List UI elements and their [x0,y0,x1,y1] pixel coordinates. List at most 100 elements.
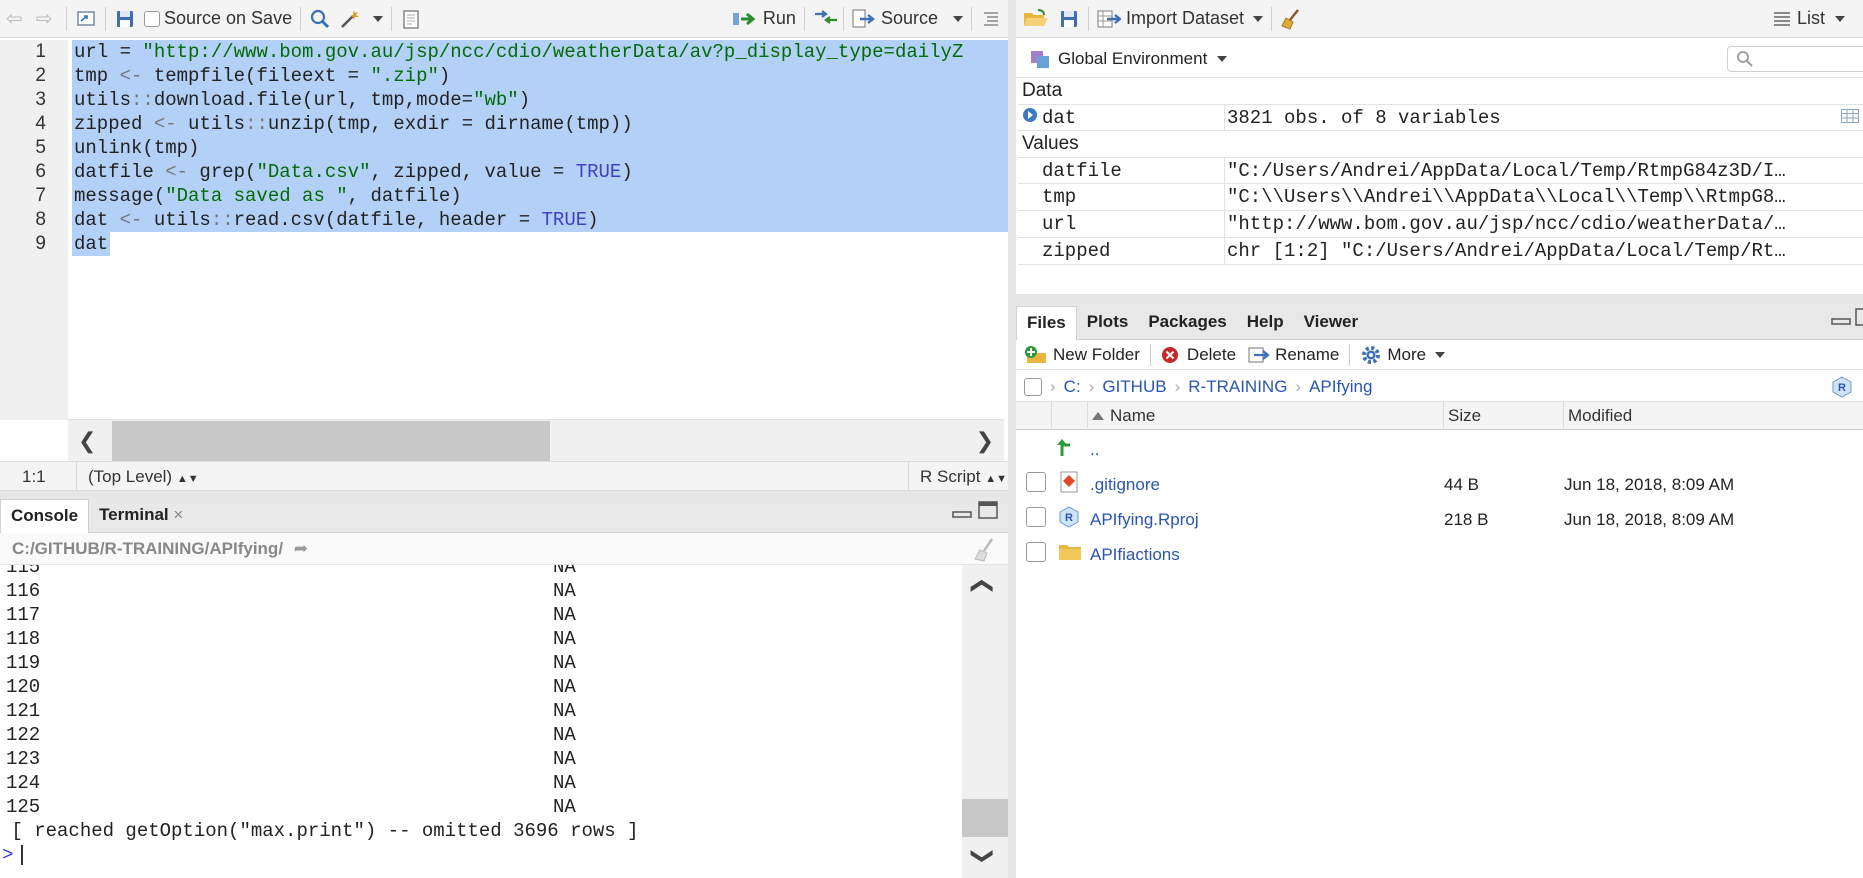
scrollbar-thumb[interactable] [962,799,1008,837]
status-separator [76,462,77,490]
file-name[interactable]: .gitignore [1088,475,1444,495]
clear-console-icon[interactable] [972,533,998,565]
editor-horizontal-scrollbar[interactable]: ❮ ❯ [68,419,1004,461]
new-folder-button[interactable]: New Folder [1024,345,1140,365]
code-editor[interactable]: 1 2 3 4 5 6 7 8 9 url = "http://www.bom.… [0,40,1008,420]
scroll-left-icon[interactable]: ❮ [78,428,96,454]
code-lines[interactable]: url = "http://www.bom.gov.au/jsp/ncc/cdi… [72,40,1008,256]
file-name[interactable]: .. [1088,440,1099,460]
pane-splitter[interactable] [1016,294,1863,304]
scroll-right-icon[interactable]: ❯ [976,428,994,454]
file-name[interactable]: APIfying.Rproj [1088,510,1444,530]
environment-search-input[interactable] [1727,46,1863,72]
go-to-directory-icon[interactable]: ➦ [294,539,308,558]
save-workspace-icon[interactable] [1058,8,1080,30]
file-checkbox[interactable] [1016,472,1052,497]
env-row-url[interactable]: url "http://www.bom.gov.au/jsp/ncc/cdio/… [1018,210,1863,238]
breadcrumb-item[interactable]: C: [1064,377,1081,397]
code-line[interactable]: unlink(tmp) [72,136,1008,160]
rename-label: Rename [1275,344,1340,364]
code-line[interactable]: dat [72,232,111,256]
console-prompt-line[interactable]: > [0,843,962,867]
working-directory[interactable]: C:/GITHUB/R-TRAINING/APIfying/ [12,539,283,558]
view-mode-selector[interactable]: List [1773,8,1845,29]
scope-selector[interactable]: (Top Level) ▲▼ [88,467,199,487]
column-size-header[interactable]: Size [1444,401,1564,430]
env-row-dat[interactable]: dat 3821 obs. of 8 variables [1018,104,1863,131]
env-row-tmp[interactable]: tmp "C:\\Users\\Andrei\\AppData\\Local\\… [1018,183,1863,211]
chevron-down-icon[interactable] [373,15,384,22]
tab-viewer[interactable]: Viewer [1294,306,1369,339]
compile-report-icon[interactable] [400,8,422,30]
toolbar-separator [1271,6,1273,31]
env-row-datfile[interactable]: datfile "C:/Users/Andrei/AppData/Local/T… [1018,157,1863,184]
source-button[interactable]: Source [852,8,963,29]
file-type-selector[interactable]: R Script ▲▼ [920,467,1007,487]
magic-wand-icon[interactable] [339,8,361,30]
breadcrumb-item[interactable]: R-TRAINING [1188,377,1287,397]
view-table-icon[interactable] [1841,107,1859,129]
back-arrow-icon[interactable]: ⇦ [6,8,28,30]
source-on-save-toggle[interactable]: Source on Save [144,8,292,29]
code-line[interactable]: zipped <- utils::unzip(tmp, exdir = dirn… [72,112,1008,136]
scroll-up-icon[interactable]: ❮ [970,577,996,595]
file-checkbox[interactable] [1016,507,1052,532]
broom-icon[interactable] [1280,8,1302,30]
file-row-parent[interactable]: .. [1016,432,1863,467]
code-line[interactable]: dat <- utils::read.csv(datfile, header =… [72,208,1008,232]
tab-terminal[interactable]: Terminal × [89,499,193,532]
breadcrumb-item[interactable]: APIfying [1309,377,1372,397]
file-checkbox[interactable] [1016,542,1052,567]
tab-console[interactable]: Console [0,499,90,533]
file-row[interactable]: .gitignore 44 B Jun 18, 2018, 8:09 AM [1016,467,1863,502]
open-folder-icon[interactable] [1022,8,1050,30]
file-name[interactable]: APIfiactions [1088,545,1444,565]
scrollbar-thumb[interactable] [112,421,550,461]
code-line[interactable]: message("Data saved as ", datfile) [72,184,1008,208]
project-icon[interactable]: R [1831,376,1853,403]
breadcrumb-item[interactable]: GITHUB [1102,377,1166,397]
tab-help[interactable]: Help [1237,306,1294,339]
import-dataset-button[interactable]: Import Dataset [1097,8,1264,29]
file-row[interactable]: R APIfying.Rproj 218 B Jun 18, 2018, 8:0… [1016,502,1863,537]
show-in-window-icon[interactable] [75,8,97,30]
console-vertical-scrollbar[interactable]: ❮ ❯ [962,565,1008,878]
tab-packages[interactable]: Packages [1138,306,1236,339]
maximize-icon[interactable] [978,501,998,524]
source-label: Source [880,8,938,28]
forward-arrow-icon[interactable]: ⇨ [36,8,58,30]
toolbar-separator [1088,6,1089,31]
source-file-icon [852,9,875,27]
code-line[interactable]: datfile <- grep("Data.csv", zipped, valu… [72,160,1008,184]
console-output[interactable]: 115 NA 116 NA 117 NA 118 NA 119 NA 120 NA 121 N… [0,565,962,878]
minimize-icon[interactable] [952,503,972,523]
code-line[interactable]: tmp <- tempfile(fileext = ".zip") [72,64,1008,88]
run-button[interactable]: Run [732,8,796,29]
search-icon[interactable] [309,8,331,30]
tab-files[interactable]: Files [1016,306,1077,340]
file-row[interactable]: APIfiactions [1016,537,1863,572]
chevron-down-icon[interactable] [953,15,963,22]
save-icon[interactable] [114,8,136,30]
rename-button[interactable]: Rename [1248,345,1339,365]
close-icon[interactable]: × [173,505,183,524]
tab-plots[interactable]: Plots [1077,306,1139,339]
code-line[interactable]: utils::download.file(url, tmp,mode="wb") [72,88,1008,112]
more-button[interactable]: More [1360,344,1446,366]
source-on-save-checkbox[interactable] [144,10,160,27]
scroll-down-icon[interactable]: ❯ [970,847,996,865]
environment-scope-selector[interactable]: Global Environment [1030,48,1228,70]
code-line[interactable]: url = "http://www.bom.gov.au/jsp/ncc/cdi… [72,40,1008,64]
maximize-icon[interactable] [1855,308,1863,331]
document-outline-icon[interactable] [980,8,1002,30]
delete-button[interactable]: Delete [1161,345,1236,365]
env-row-zipped[interactable]: zipped chr [1:2] "C:/Users/Andrei/AppDat… [1018,237,1863,265]
column-modified-header[interactable]: Modified [1564,406,1632,426]
expand-icon[interactable] [1018,107,1042,129]
rerun-icon[interactable] [813,8,837,30]
column-name-header[interactable]: Name [1088,401,1444,430]
select-all-checkbox[interactable] [1024,377,1042,396]
minimize-icon[interactable] [1831,310,1851,330]
data-section-header: Data [1022,80,1063,101]
vertical-pane-splitter[interactable] [1008,0,1016,878]
